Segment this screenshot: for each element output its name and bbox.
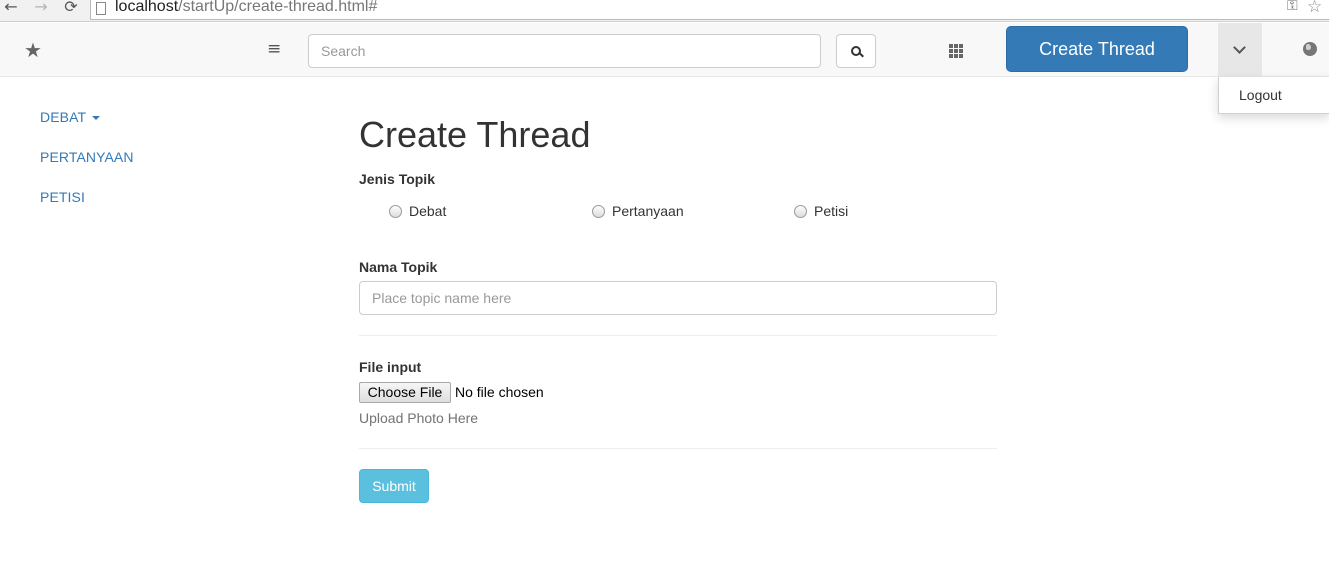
radio-circle[interactable] (389, 205, 402, 218)
section-divider (359, 335, 997, 336)
search-button[interactable] (836, 34, 876, 68)
radio-circle[interactable] (794, 205, 807, 218)
radio-label: Debat (409, 203, 447, 219)
back-arrow-icon[interactable]: ← (2, 0, 20, 16)
caret-down-icon (92, 116, 101, 121)
chevron-down-icon (1233, 41, 1246, 54)
browser-toolbar: ← → ⟳ localhost/startUp/create-thread.ht… (0, 0, 1329, 22)
sidebar-item-label: DEBAT (40, 109, 87, 125)
radio-label: Petisi (814, 203, 849, 219)
forward-arrow-icon[interactable]: → (32, 0, 50, 16)
sidebar-item-pertanyaan[interactable]: PERTANYAAN (40, 149, 134, 165)
create-thread-button[interactable]: Create Thread (1006, 26, 1188, 72)
radio-circle[interactable] (592, 205, 605, 218)
page-icon (96, 2, 106, 15)
address-bar[interactable]: localhost/startUp/create-thread.html# ⚿ … (90, 0, 1329, 20)
bookmark-star-icon[interactable]: ☆ (1307, 0, 1322, 17)
page-title: Create Thread (359, 114, 591, 155)
user-dropdown-menu: Logout (1218, 77, 1329, 114)
url-host: localhost (115, 0, 179, 15)
radio-label: Pertanyaan (612, 203, 684, 219)
globe-icon[interactable] (1303, 42, 1317, 56)
choose-file-button[interactable]: Choose File (359, 382, 451, 403)
sidebar-item-petisi[interactable]: PETISI (40, 189, 85, 205)
file-status-text: No file chosen (455, 384, 544, 400)
user-menu-toggle[interactable] (1218, 23, 1262, 77)
logout-menu-item[interactable]: Logout (1239, 87, 1282, 103)
url-text[interactable]: localhost/startUp/create-thread.html# (115, 0, 377, 16)
apps-grid-icon[interactable] (949, 44, 963, 58)
hamburger-menu-icon[interactable]: ≡ (267, 39, 281, 59)
search-icon-handle (859, 52, 864, 58)
file-input-label: File input (359, 359, 422, 375)
submit-button[interactable]: Submit (359, 469, 429, 503)
top-navbar: ★ ≡ Create Thread (0, 23, 1329, 77)
topic-name-label: Nama Topik (359, 259, 438, 275)
search-input[interactable] (308, 34, 821, 68)
star-icon[interactable]: ★ (24, 38, 42, 62)
key-icon[interactable]: ⚿ (1287, 0, 1298, 14)
topic-type-label: Jenis Topik (359, 171, 435, 187)
file-help-text: Upload Photo Here (359, 410, 479, 426)
reload-icon[interactable]: ⟳ (62, 0, 80, 16)
section-divider (359, 448, 997, 449)
sidebar-item-debat[interactable]: DEBAT (40, 109, 101, 125)
url-path: /startUp/create-thread.html# (178, 0, 378, 15)
topic-name-input[interactable] (359, 281, 997, 315)
